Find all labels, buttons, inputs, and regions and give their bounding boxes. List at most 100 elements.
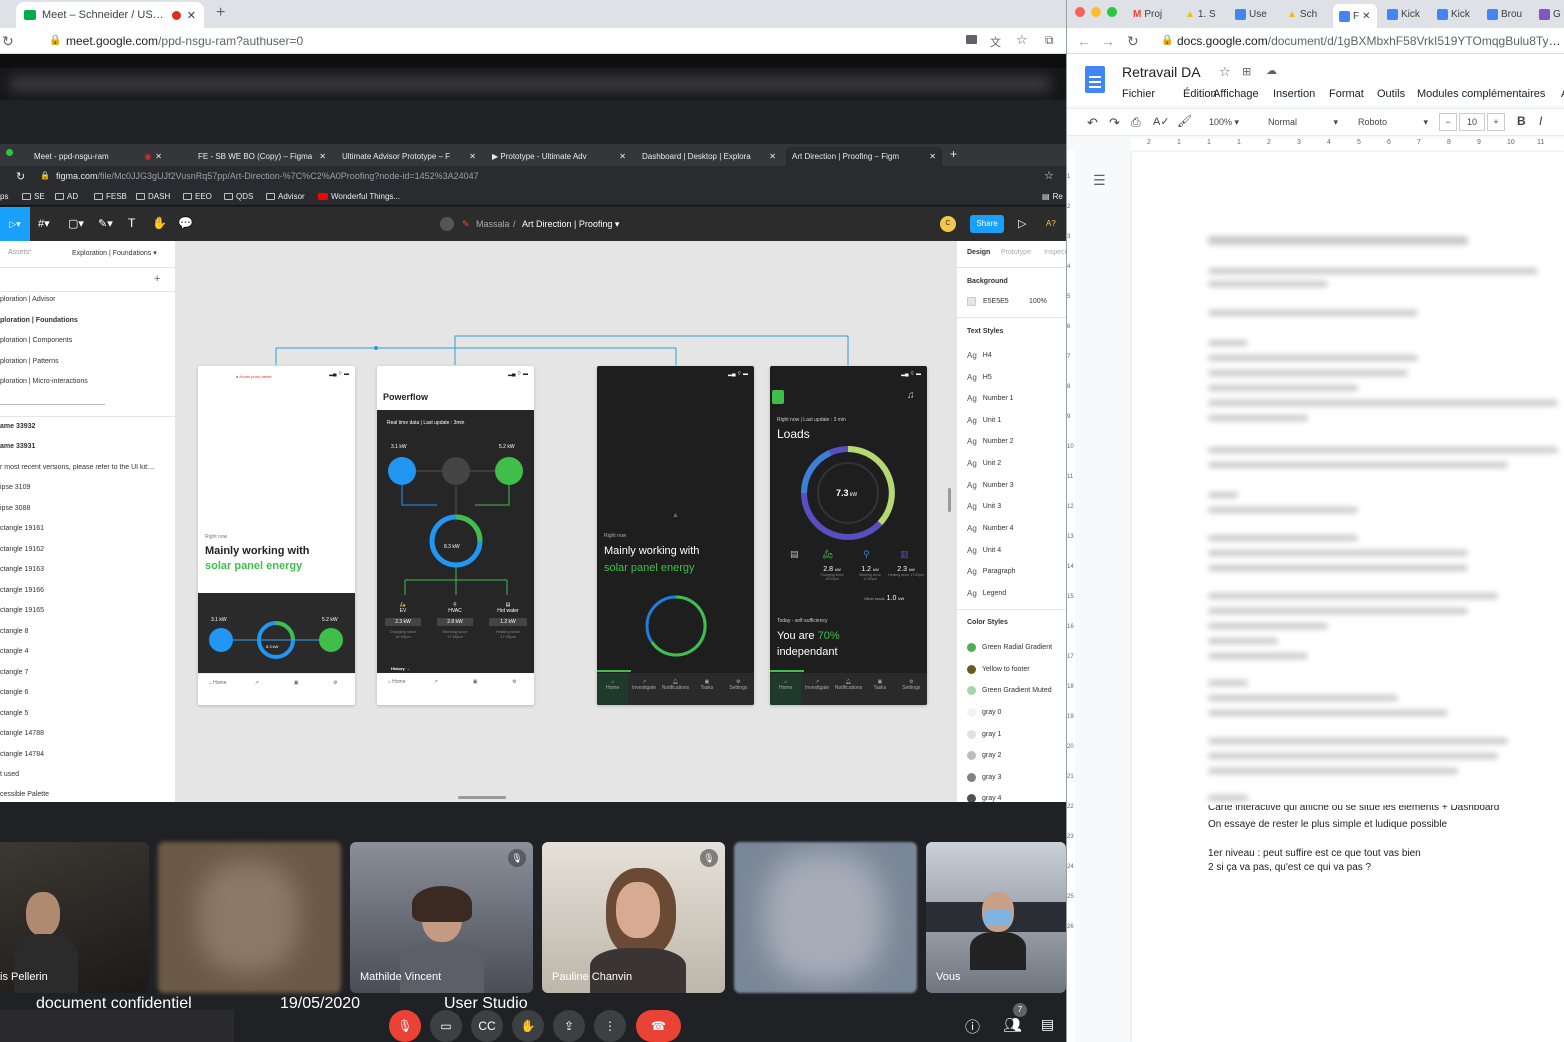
add-page-icon[interactable]: + xyxy=(154,273,160,285)
inner-tab-0[interactable]: Meet - ppd-nsgu-ram ◉ ✕ xyxy=(28,147,168,166)
italic-button[interactable]: I xyxy=(1539,114,1542,128)
layer-item[interactable]: ipse 3088 xyxy=(0,505,30,512)
camera-button[interactable]: ▭ xyxy=(430,1010,462,1042)
spellcheck-icon[interactable]: A✓ xyxy=(1153,115,1170,128)
present-icon[interactable]: ▷ xyxy=(1018,217,1026,230)
participant-tile-blurred[interactable] xyxy=(734,842,917,993)
page-item[interactable]: ploration | Patterns xyxy=(0,358,59,365)
text-style-item[interactable]: Ag Unit 2 xyxy=(967,459,1001,468)
docs-tab-active[interactable]: F ✕ xyxy=(1333,4,1377,28)
nav-tasks[interactable]: ▣ Tasks xyxy=(691,673,722,705)
color-style-item[interactable]: gray 0 xyxy=(967,708,1001,717)
bookmark-7[interactable]: Advisor xyxy=(266,192,305,201)
bookmark-reading-list[interactable]: ▤ Re xyxy=(1042,192,1063,201)
background-hex[interactable]: E5E5E5 xyxy=(983,298,1009,305)
layer-item[interactable]: ctangle 8 xyxy=(0,628,28,635)
undo-icon[interactable]: ↶ xyxy=(1087,115,1098,131)
text-style-item[interactable]: Ag Number 4 xyxy=(967,524,1014,533)
phone-frame-loads[interactable]: ▂▄ ⌔ ▬ ♫ Right now | Last update : 3 min… xyxy=(770,366,927,705)
forward-icon[interactable]: → xyxy=(1101,33,1115,49)
tab-close-icon[interactable]: ✕ xyxy=(929,152,936,161)
layer-item[interactable]: ctangle 6 xyxy=(0,689,28,696)
design-tab[interactable]: Design xyxy=(967,249,990,256)
reload-icon[interactable]: ↻ xyxy=(16,170,25,183)
nav-settings[interactable]: ⚙ Settings xyxy=(723,673,754,705)
assets-tab[interactable]: Assets* xyxy=(8,249,32,256)
zoom-select[interactable]: 100% ▾ xyxy=(1209,117,1239,128)
canvas-scrollbar-v[interactable] xyxy=(948,488,951,512)
background-swatch[interactable] xyxy=(967,297,976,306)
tab-close-icon[interactable]: ✕ xyxy=(319,152,326,161)
docs-tab[interactable]: Brou xyxy=(1487,4,1522,24)
text-style-item[interactable]: Ag H5 xyxy=(967,373,992,382)
menu-tools[interactable]: Outils xyxy=(1377,88,1405,100)
shape-tool-icon[interactable]: ▢▾ xyxy=(68,217,84,230)
leave-call-button[interactable]: ☎ xyxy=(636,1010,681,1042)
layer-item[interactable]: ctangle 7 xyxy=(0,669,28,676)
nav-home[interactable]: ⌂ Home xyxy=(198,674,237,705)
participant-tile-self[interactable]: Vous xyxy=(926,842,1066,993)
hand-tool-icon[interactable]: ✋ xyxy=(152,216,167,230)
text-style-item[interactable]: Ag Paragraph xyxy=(967,567,1016,576)
nav-tasks[interactable]: ▣ Tasks xyxy=(864,673,895,705)
doc-line[interactable]: 2 si ça va pas, qu'est ce qui va pas ? xyxy=(1208,862,1371,873)
bookmark-2[interactable]: AD xyxy=(55,192,78,201)
tab-meet[interactable]: Meet – Schneider / US - re ✕ xyxy=(16,2,204,28)
bold-button[interactable]: B xyxy=(1517,114,1526,128)
print-icon[interactable]: ⎙ xyxy=(1131,115,1141,130)
minimize-window-icon[interactable] xyxy=(1091,7,1101,17)
chat-icon[interactable]: ▤ xyxy=(1041,1016,1054,1033)
tab-close-icon[interactable]: ✕ xyxy=(619,152,626,161)
document-page[interactable]: Carte interactive qui affiche où se situ… xyxy=(1132,152,1564,1042)
docs-tab[interactable]: G xyxy=(1539,4,1561,24)
tab-close-icon[interactable]: ✕ xyxy=(469,152,476,161)
layer-item[interactable]: ipse 3109 xyxy=(0,484,30,491)
pen-tool-icon[interactable]: ✎▾ xyxy=(98,217,113,230)
breadcrumb-file[interactable]: Art Direction | Proofing ▾ xyxy=(522,219,619,230)
nav-notifications[interactable]: 🔔︎ Notifications xyxy=(660,673,691,705)
participant-tile[interactable]: 🎙︎ Mathilde Vincent xyxy=(350,842,533,993)
participant-tile[interactable]: is Pellerin xyxy=(0,842,149,993)
bookmark-8[interactable]: Wonderful Things... xyxy=(318,192,400,201)
load-hot-water[interactable]: ▤ Hot water 1.2 kW Heating since 17:00pm xyxy=(489,602,527,639)
nav-tasks-icon[interactable]: ▣ xyxy=(456,673,495,705)
horizontal-ruler[interactable]: 2 1 1 1 2 3 4 5 6 7 8 9 10 11 xyxy=(1131,138,1564,150)
text-tool-icon[interactable]: T xyxy=(128,216,135,230)
font-select[interactable]: Roboto ▾ xyxy=(1358,117,1428,128)
new-tab-icon[interactable]: + xyxy=(950,147,957,161)
inner-tab-3[interactable]: ▶︎ Prototype - Ultimate Adv ✕ xyxy=(486,147,632,166)
layer-item[interactable]: ame 33931 xyxy=(0,443,35,450)
paint-format-icon[interactable]: 🖌︎ xyxy=(1177,114,1192,128)
star-icon[interactable]: ☆ xyxy=(1016,32,1028,48)
inspect-tab[interactable]: Inspect xyxy=(1044,249,1067,256)
page-item-active[interactable]: ploration | Foundations xyxy=(0,317,78,324)
text-style-item[interactable]: Ag Legend xyxy=(967,589,1006,598)
bookmark-1[interactable]: SE xyxy=(22,192,45,201)
text-style-item[interactable]: Ag Number 2 xyxy=(967,437,1014,446)
figma-canvas[interactable]: ● Accès proto alerte ▂▄ ⌔ ▬ Right now Ma… xyxy=(176,241,956,802)
reload-icon[interactable]: ↻ xyxy=(1127,33,1139,50)
move-tool-icon[interactable]: ▷▾ xyxy=(0,207,30,241)
participant-tile[interactable]: 🎙︎ Pauline Chanvin xyxy=(542,842,725,993)
menu-addons[interactable]: Modules complémentaires xyxy=(1417,88,1545,100)
extensions-icon[interactable]: ⧉ xyxy=(1045,33,1054,48)
text-style-item[interactable]: Ag Unit 1 xyxy=(967,416,1001,425)
load-hvac[interactable]: ⚲ HVAC 2.8 kW Working since 17:00pm xyxy=(437,602,473,639)
doc-line[interactable]: Carte interactive qui affiche où se situ… xyxy=(1208,805,1499,813)
alert-link[interactable]: ● Accès proto alerte xyxy=(236,374,272,379)
info-icon[interactable]: ⓘ xyxy=(965,1016,980,1037)
nav-investigate[interactable]: ↗ Investigate xyxy=(628,673,659,705)
layer-item[interactable]: ctangle 5 xyxy=(0,710,28,717)
user-avatar[interactable]: C xyxy=(940,216,956,232)
nav-settings[interactable]: ⚙ Settings xyxy=(896,673,927,705)
inner-url[interactable]: figma.com/file/Mc0JJG3gUJf2VusnRq57pp/Ar… xyxy=(56,171,616,181)
outline-icon[interactable]: ☰ xyxy=(1093,172,1106,189)
layer-item[interactable]: t used xyxy=(0,771,19,778)
layer-item[interactable]: ame 33932 xyxy=(0,423,35,430)
nav-home[interactable]: ⌂ Home xyxy=(597,673,629,705)
nav-home[interactable]: ⌂ Home xyxy=(770,673,802,705)
phone-frame-home-dark[interactable]: ▂▄ ⌔ ▬ ▲ Right now Mainly working with s… xyxy=(597,366,754,705)
docs-tab[interactable]: Use xyxy=(1235,4,1267,24)
menu-format[interactable]: Format xyxy=(1329,88,1364,100)
camera-icon[interactable] xyxy=(966,35,977,44)
